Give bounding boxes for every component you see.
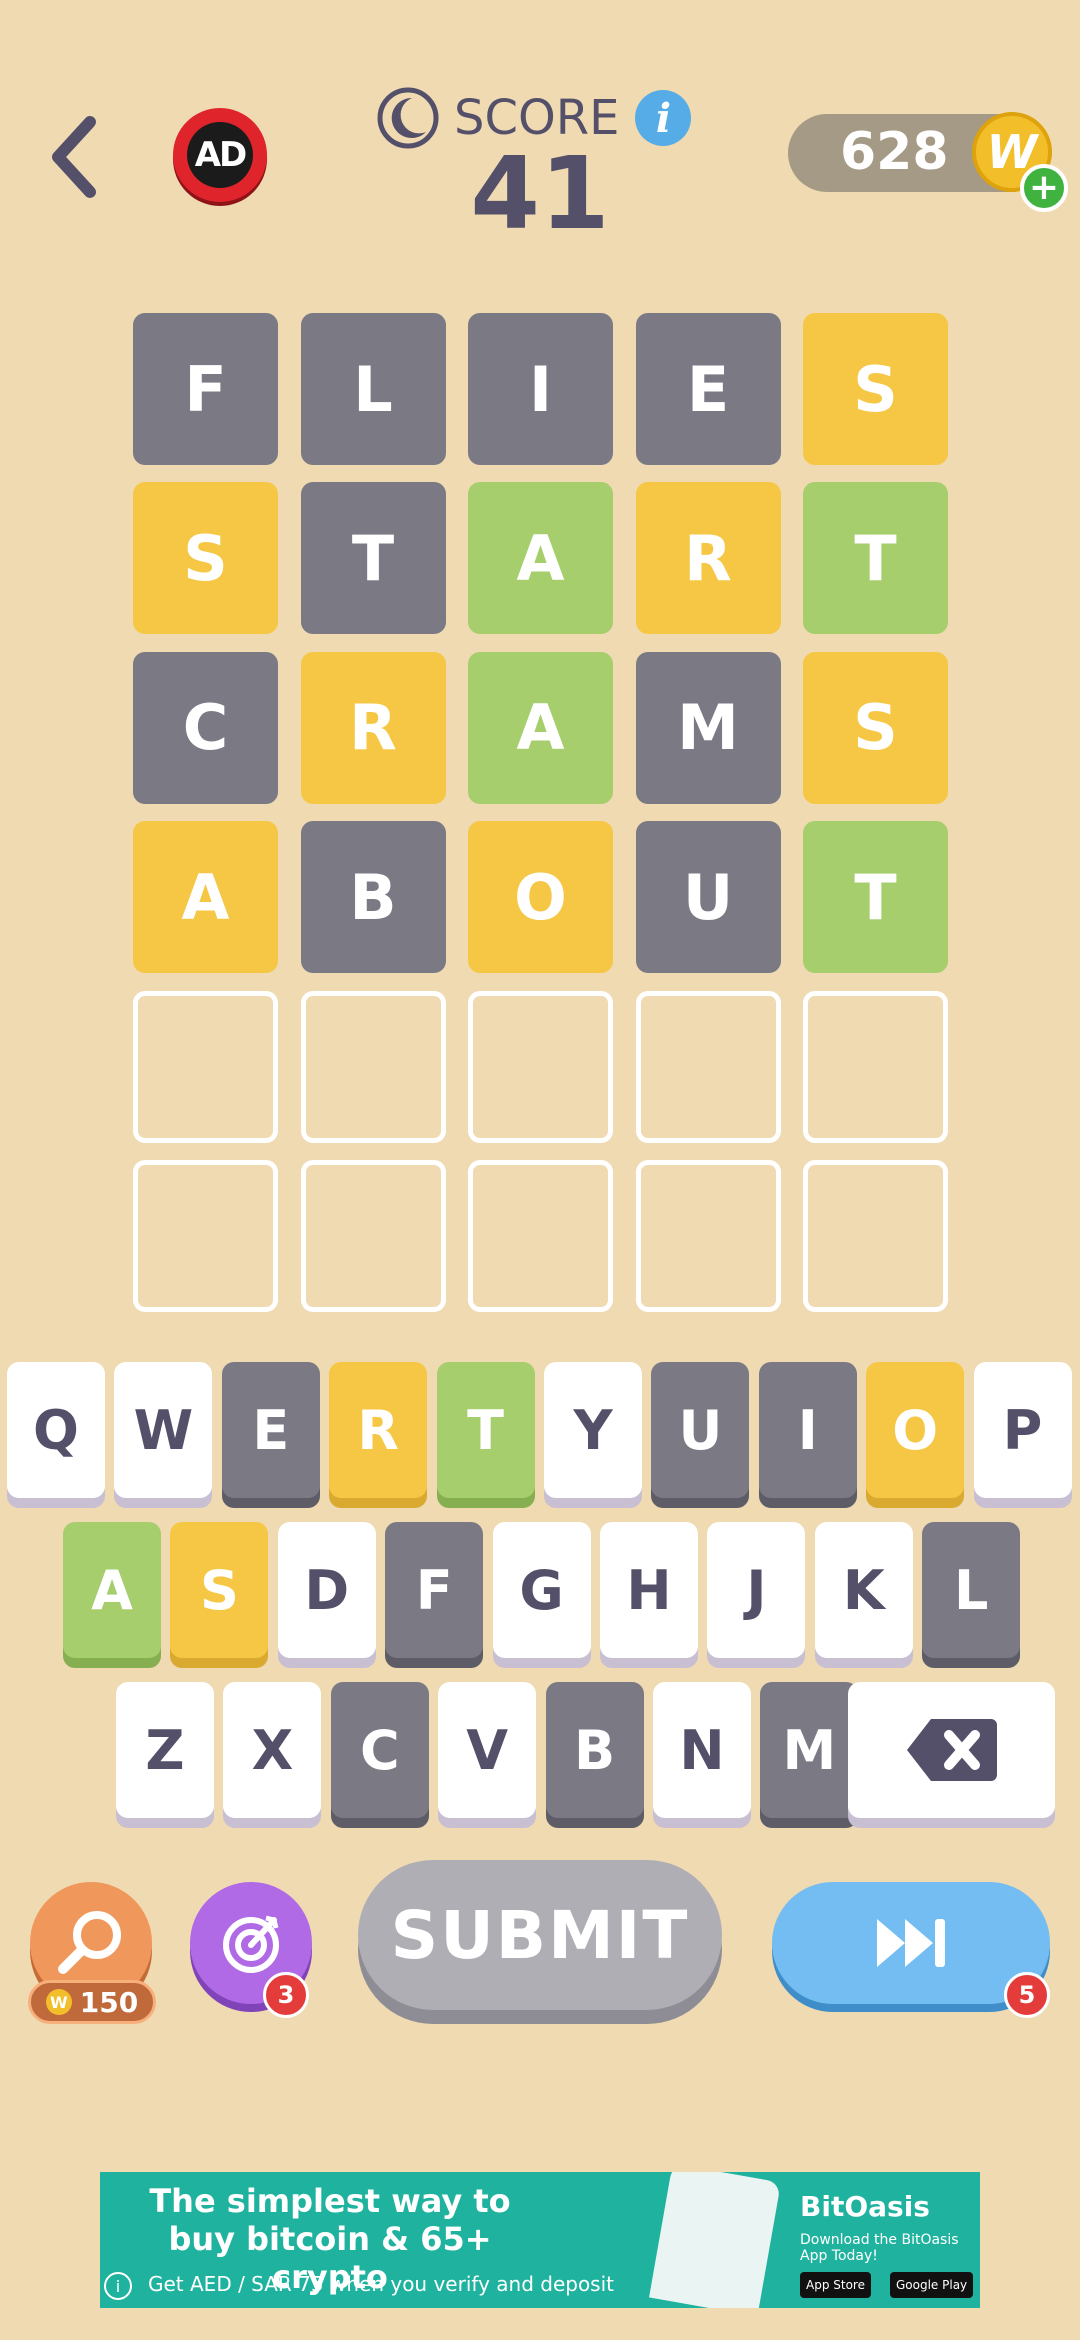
empty-tile	[133, 1160, 278, 1312]
tile-l: L	[300, 313, 446, 465]
key-l[interactable]: L	[922, 1522, 1021, 1658]
empty-tile	[635, 1160, 781, 1312]
coin-count: 628	[840, 122, 949, 182]
key-g[interactable]: G	[492, 1522, 591, 1658]
key-d[interactable]: D	[277, 1522, 376, 1658]
key-o[interactable]: O	[866, 1362, 965, 1498]
ad-brand: BitOasis	[800, 2190, 930, 2223]
tile-e: E	[635, 313, 781, 465]
key-k[interactable]: K	[814, 1522, 913, 1658]
key-w[interactable]: W	[114, 1362, 213, 1498]
info-icon[interactable]: i	[635, 90, 692, 146]
plus-icon[interactable]: +	[1020, 164, 1068, 212]
tile-m: M	[635, 651, 781, 804]
key-e[interactable]: E	[221, 1362, 320, 1498]
tile-u: U	[635, 821, 781, 974]
coin-icon: W	[45, 1989, 72, 2015]
empty-tile	[635, 990, 781, 1143]
target-icon	[223, 1915, 279, 1973]
backspace-key[interactable]	[848, 1682, 1055, 1818]
empty-tile	[133, 990, 278, 1143]
tile-s: S	[133, 482, 278, 635]
key-t[interactable]: T	[436, 1362, 535, 1498]
empty-tile	[803, 990, 948, 1143]
key-n[interactable]: N	[653, 1682, 751, 1818]
remove-ads-button[interactable]: AD	[173, 108, 267, 202]
tile-t: T	[803, 821, 948, 974]
key-x[interactable]: X	[223, 1682, 322, 1818]
key-a[interactable]: A	[63, 1522, 161, 1658]
key-y[interactable]: Y	[544, 1362, 642, 1498]
fast-forward-icon	[877, 1919, 945, 1967]
hint-cost: W 150	[28, 1980, 156, 2024]
key-m[interactable]: M	[760, 1682, 859, 1818]
score-value: 41	[470, 135, 610, 252]
google-play-badge[interactable]: Google Play	[890, 2272, 974, 2298]
empty-tile	[468, 990, 613, 1143]
tile-a: A	[468, 482, 613, 635]
tile-t: T	[300, 482, 446, 635]
tile-t: T	[803, 482, 948, 635]
magnifier-icon	[58, 1911, 121, 1974]
tile-a: A	[133, 821, 278, 974]
tile-s: S	[803, 651, 948, 804]
back-button[interactable]	[40, 112, 110, 202]
key-j[interactable]: J	[707, 1522, 806, 1658]
empty-tile	[803, 1160, 948, 1312]
ad-icon: AD	[187, 122, 253, 188]
ad-info-icon[interactable]: i	[104, 2272, 132, 2300]
tile-o: O	[468, 821, 613, 974]
tile-a: A	[468, 651, 613, 804]
key-h[interactable]: H	[600, 1522, 698, 1658]
key-f[interactable]: F	[385, 1522, 484, 1658]
tile-s: S	[803, 313, 948, 465]
back-chevron-icon	[52, 116, 96, 198]
submit-button[interactable]: SUBMIT	[358, 1860, 722, 2010]
tile-b: B	[300, 821, 446, 974]
key-s[interactable]: S	[170, 1522, 269, 1658]
key-v[interactable]: V	[438, 1682, 537, 1818]
key-p[interactable]: P	[973, 1362, 1072, 1498]
tile-f: F	[133, 313, 278, 465]
empty-tile	[300, 1160, 446, 1312]
phone-image	[649, 2172, 781, 2308]
tile-i: I	[468, 313, 613, 465]
key-c[interactable]: C	[330, 1682, 429, 1818]
app-store-badge[interactable]: App Store	[800, 2272, 871, 2298]
key-r[interactable]: R	[329, 1362, 428, 1498]
key-u[interactable]: U	[651, 1362, 750, 1498]
tile-c: C	[133, 651, 278, 804]
backspace-icon	[906, 1719, 997, 1781]
target-badge: 3	[263, 1972, 309, 2018]
skip-badge: 5	[1004, 1972, 1050, 2018]
empty-tile	[300, 990, 446, 1143]
key-i[interactable]: I	[758, 1362, 857, 1498]
empty-tile	[468, 1160, 613, 1312]
ad-banner[interactable]: The simplest way to buy bitcoin & 65+ cr…	[100, 2172, 980, 2308]
tile-r: R	[300, 651, 446, 804]
hint-cost-value: 150	[79, 1985, 139, 2019]
game-board: FLIESSTARTCRAMSABOUT	[133, 313, 948, 1313]
tile-r: R	[635, 482, 781, 635]
ad-subtext: Get AED / SAR 75 when you verify and dep…	[148, 2272, 614, 2296]
key-q[interactable]: Q	[7, 1362, 105, 1498]
ad-brand-sub: Download the BitOasis App Today!	[800, 2232, 959, 2264]
key-b[interactable]: B	[545, 1682, 644, 1818]
key-z[interactable]: Z	[116, 1682, 214, 1818]
